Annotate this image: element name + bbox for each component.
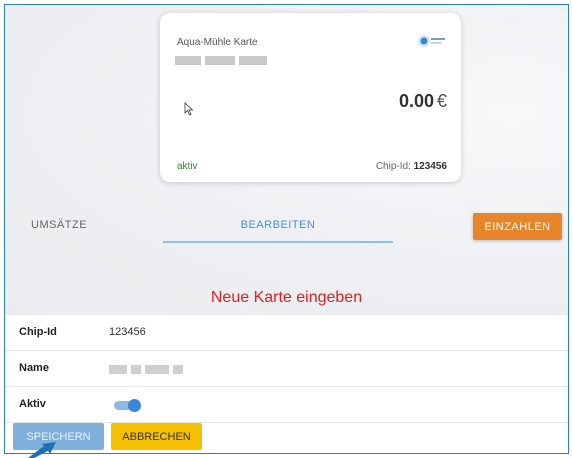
toggle-knob [128,399,141,412]
form-row-chip-id: Chip-Id 123456 [5,315,568,351]
tab-bearbeiten[interactable]: BEARBEITEN [163,217,393,243]
card-holder-redacted [175,56,275,67]
name-field-redacted[interactable] [109,365,183,374]
mouse-cursor-icon [184,102,194,116]
abbrechen-button[interactable]: ABBRECHEN [111,423,202,450]
name-label: Name [19,362,49,374]
card-chip-id: Chip-Id: 123456 [376,161,447,172]
card-chip-value: 123456 [413,161,447,172]
card-balance: 0.00 € [399,91,447,112]
card-status: aktiv [177,161,198,172]
einzahlen-button[interactable]: EINZAHLEN [473,213,562,240]
form-row-name: Name [5,351,568,387]
tab-umsaetze[interactable]: UMSÄTZE [31,219,87,231]
aktiv-toggle[interactable] [114,399,141,412]
card-preview: Aqua-Mühle Karte 0.00 € aktiv Chip-Id: 12… [160,13,461,182]
card-title: Aqua-Mühle Karte [177,37,258,48]
form-heading: Neue Karte eingeben [210,289,363,306]
chip-id-label: Chip-Id [19,326,57,338]
pointer-arrow-icon [28,442,56,458]
card-chip-label: Chip-Id: [375,161,411,172]
card-currency: € [436,91,447,111]
card-amount-value: 0.00 [398,91,434,111]
app-frame: Aqua-Mühle Karte 0.00 € aktiv Chip-Id: 12… [4,4,569,454]
aqua-logo-icon [418,35,445,47]
aktiv-label: Aktiv [19,398,46,410]
form-row-aktiv: Aktiv [5,387,568,423]
chip-id-field[interactable]: 123456 [109,326,146,338]
